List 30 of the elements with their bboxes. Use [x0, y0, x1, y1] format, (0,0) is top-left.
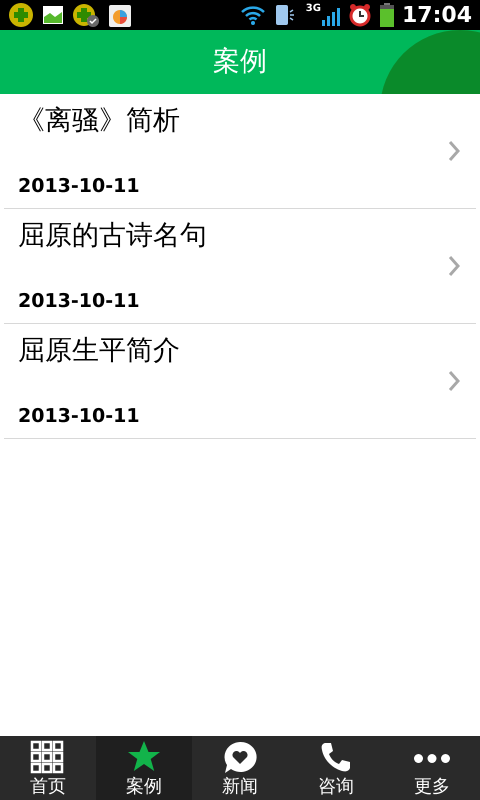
- article-title: 《离骚》简析: [18, 104, 181, 138]
- article-title: 屈原的古诗名句: [18, 219, 208, 253]
- app-icon: [8, 2, 34, 28]
- article-date: 2013-10-11: [18, 174, 141, 198]
- article-title: 屈原生平简介: [18, 334, 181, 368]
- article-row[interactable]: 屈原的古诗名句 2013-10-11: [4, 209, 476, 324]
- nav-tab[interactable]: 咨询: [288, 736, 384, 800]
- article-date: 2013-10-11: [18, 288, 141, 314]
- clock-time: 17:04: [402, 2, 472, 30]
- nav-tab[interactable]: 案例: [96, 736, 192, 800]
- chevron-right-icon: [448, 140, 460, 162]
- chevron-right-icon: [448, 370, 460, 392]
- grid-icon: [30, 740, 66, 776]
- nav-tab[interactable]: 新闻: [192, 736, 288, 800]
- nav-tab[interactable]: 首页: [0, 736, 96, 800]
- battery-icon: [380, 3, 394, 27]
- article-row[interactable]: 《离骚》简析 2013-10-11: [4, 94, 476, 209]
- alarm-clock-icon: [348, 3, 372, 27]
- article-row[interactable]: 屈原生平简介 2013-10-11: [4, 324, 476, 439]
- wifi-icon: [240, 4, 266, 26]
- nav-tab[interactable]: 更多: [384, 736, 480, 800]
- page-title: 案例: [213, 44, 267, 79]
- more-icon: [414, 754, 450, 762]
- article-date: 2013-10-11: [18, 404, 141, 428]
- signal-icon: [322, 8, 340, 26]
- image-icon: [42, 4, 64, 26]
- heart-bubble-icon: [222, 740, 258, 776]
- network-type: 3G: [306, 4, 321, 14]
- chevron-right-icon: [448, 255, 460, 277]
- app-check-icon: [72, 2, 100, 28]
